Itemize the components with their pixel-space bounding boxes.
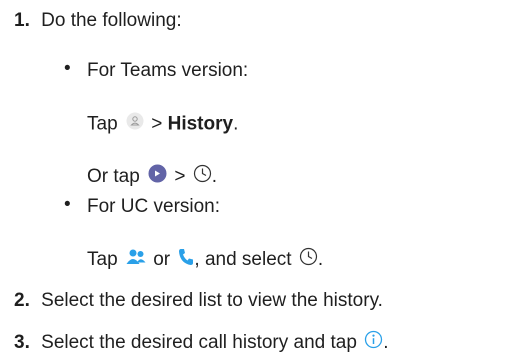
info-icon [364,330,383,356]
history-label: History [167,113,234,135]
profile-icon [126,112,144,137]
step-number: 1. [14,10,30,31]
uc-heading: For UC version: [87,196,221,217]
teams-or-tap-line: Or tap > . [87,164,217,190]
period: . [233,113,239,135]
clock-icon [299,247,318,273]
separator: > [174,166,186,188]
uc-tap-line: Tap or , and select . [87,247,323,273]
clock-icon [193,164,212,190]
contacts-icon [126,248,146,273]
and-select-text: , and select [194,249,292,271]
separator: > [151,113,163,135]
step-text: Select the desired list to view the hist… [41,290,383,311]
bullet: • [64,58,71,79]
tap-text: Tap [87,113,118,135]
step-3: 3. Select the desired call history and t… [14,330,389,356]
step-text: Select the desired call history and tap [41,332,357,354]
teams-heading: For Teams version: [87,60,249,81]
step-number: 2. [14,290,30,311]
period: . [211,166,218,188]
or-text: or [153,249,171,271]
or-tap-text: Or tap [87,166,140,188]
presence-icon [148,164,167,190]
period: . [317,249,324,271]
teams-tap-line: Tap > History. [87,112,238,137]
tap-text: Tap [87,249,118,271]
step-text: Do the following: [41,10,182,31]
step-number: 3. [14,332,30,354]
period: . [383,332,389,354]
step-2: 2. Select the desired list to view the h… [14,289,383,313]
bullet: • [64,194,71,215]
step-1: 1. Do the following: [14,9,182,33]
phone-icon [178,248,194,273]
